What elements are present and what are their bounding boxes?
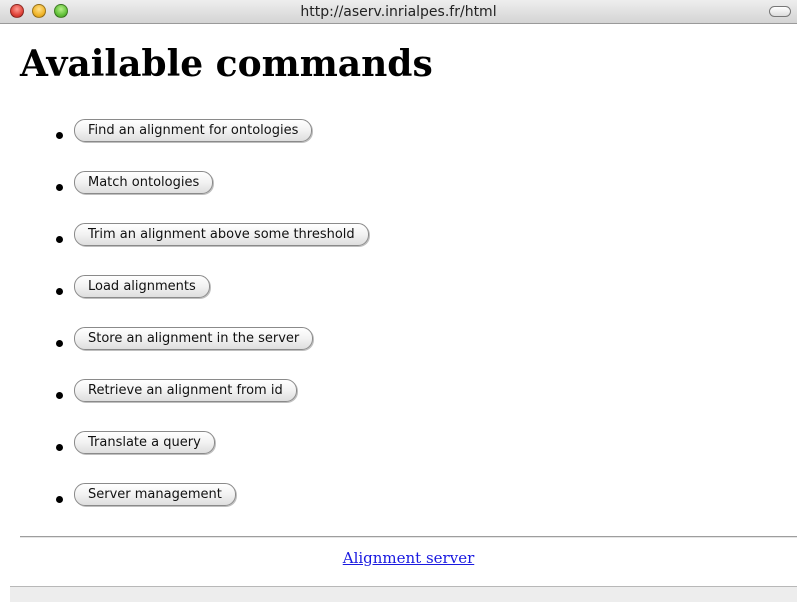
title-bar: http://aserv.inrialpes.fr/html xyxy=(0,0,797,24)
divider xyxy=(20,536,797,538)
load-alignments-button[interactable]: Load alignments xyxy=(74,275,210,298)
bullet-icon xyxy=(56,236,63,243)
bullet-icon xyxy=(56,184,63,191)
browser-window: http://aserv.inrialpes.fr/html Available… xyxy=(0,0,797,602)
alignment-server-link[interactable]: Alignment server xyxy=(343,549,475,567)
bullet-icon xyxy=(56,496,63,503)
toolbar-toggle-icon[interactable] xyxy=(769,6,791,17)
bullet-icon xyxy=(56,340,63,347)
bullet-icon xyxy=(56,392,63,399)
bullet-icon xyxy=(56,132,63,139)
find-alignment-button[interactable]: Find an alignment for ontologies xyxy=(74,119,313,142)
status-bar xyxy=(10,586,797,602)
bullet-icon xyxy=(56,444,63,451)
trim-alignment-button[interactable]: Trim an alignment above some threshold xyxy=(74,223,369,246)
store-alignment-button[interactable]: Store an alignment in the server xyxy=(74,327,314,350)
page-title: Available commands xyxy=(20,43,433,85)
window-title: http://aserv.inrialpes.fr/html xyxy=(300,4,497,20)
translate-query-button[interactable]: Translate a query xyxy=(74,431,215,454)
match-ontologies-button[interactable]: Match ontologies xyxy=(74,171,214,194)
footer: Alignment server xyxy=(0,549,797,567)
retrieve-alignment-button[interactable]: Retrieve an alignment from id xyxy=(74,379,297,402)
bullet-icon xyxy=(56,288,63,295)
server-management-button[interactable]: Server management xyxy=(74,483,236,506)
